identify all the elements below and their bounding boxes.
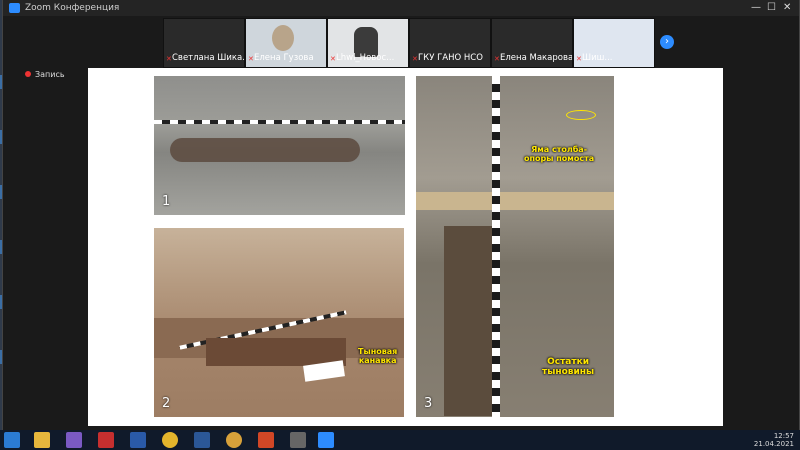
participant-tile[interactable]: ✕ Светлана Шика... — [163, 18, 245, 68]
grass-layer — [416, 192, 614, 210]
participant-name: Светлана Шика... — [172, 53, 245, 63]
trench-label: Тыновая канавка — [358, 347, 398, 365]
photoshop-icon[interactable] — [130, 432, 146, 448]
word-icon[interactable] — [194, 432, 210, 448]
mic-muted-icon: ✕ — [494, 55, 500, 63]
participant-tile[interactable]: ✕ Шиш... — [573, 18, 655, 68]
chrome-icon[interactable] — [162, 432, 178, 448]
post-remains-label: Остатки тыновины — [542, 357, 595, 377]
shared-slide: 1 Тыновая канавка 2 Яма столба- опоры по… — [88, 68, 723, 426]
participant-name: Шиш... — [582, 53, 613, 63]
recording-label: Запись — [35, 70, 65, 79]
explorer-icon[interactable] — [34, 432, 50, 448]
participant-tile[interactable]: ✕ Lhwl_Новос... — [327, 18, 409, 68]
participant-video — [272, 25, 294, 51]
participant-name: Елена Гузова — [254, 53, 314, 63]
photo-number: 3 — [424, 396, 433, 411]
window-title: Zoom Конференция — [25, 3, 120, 13]
system-tray[interactable]: 12:57 21.04.2021 — [754, 432, 794, 448]
participant-tile[interactable]: ✕ Елена Макарова — [491, 18, 573, 68]
pit-marker — [566, 110, 596, 120]
participant-name: Lhwl_Новос... — [336, 53, 395, 63]
mic-muted-icon: ✕ — [166, 55, 172, 63]
trench-remains — [170, 138, 360, 162]
visual-studio-icon[interactable] — [66, 432, 82, 448]
browser-icon[interactable] — [226, 432, 242, 448]
mic-muted-icon: ✕ — [330, 55, 336, 63]
media-player-icon[interactable] — [290, 432, 306, 448]
title-bar: Zoom Конференция — ☐ ✕ — [3, 0, 799, 16]
record-icon — [25, 71, 31, 77]
photo-number: 1 — [162, 194, 171, 209]
start-icon[interactable] — [4, 432, 20, 448]
maximize-button[interactable]: ☐ — [767, 2, 776, 13]
measuring-rod — [492, 76, 500, 417]
next-participants-icon[interactable]: › — [660, 35, 674, 49]
taskbar: 12:57 21.04.2021 — [0, 430, 800, 450]
participant-name: Елена Макарова — [500, 53, 573, 63]
zoom-app-icon — [9, 3, 20, 13]
photo-1: 1 — [154, 76, 405, 215]
zoom-window: Zoom Конференция — ☐ ✕ ✕ Светлана Шика..… — [2, 0, 800, 430]
clock-date: 21.04.2021 — [753, 440, 794, 448]
recording-indicator: Запись — [25, 70, 65, 79]
powerpoint-icon[interactable] — [258, 432, 274, 448]
mic-muted-icon: ✕ — [412, 55, 418, 63]
photo-3: Яма столба- опоры помоста Остатки тынови… — [416, 76, 614, 417]
close-button[interactable]: ✕ — [783, 2, 791, 13]
acrobat-icon[interactable] — [98, 432, 114, 448]
photo-number: 2 — [162, 396, 171, 411]
zoom-icon[interactable] — [318, 432, 334, 448]
participant-tile[interactable]: ✕ ГКУ ГАНО НСО — [409, 18, 491, 68]
measuring-rod — [154, 120, 405, 124]
photo-2: Тыновая канавка 2 — [154, 228, 404, 417]
minimize-button[interactable]: — — [751, 2, 761, 13]
pit-label: Яма столба- опоры помоста — [524, 145, 595, 163]
participant-tile[interactable]: ✕ Елена Гузова — [245, 18, 327, 68]
participant-name: ГКУ ГАНО НСО — [418, 53, 483, 63]
clock-time: 12:57 — [773, 432, 794, 440]
participant-strip: ✕ Светлана Шика... ✕ Елена Гузова ✕ Lhwl… — [163, 18, 683, 68]
mic-muted-icon: ✕ — [576, 55, 582, 63]
mic-muted-icon: ✕ — [248, 55, 254, 63]
